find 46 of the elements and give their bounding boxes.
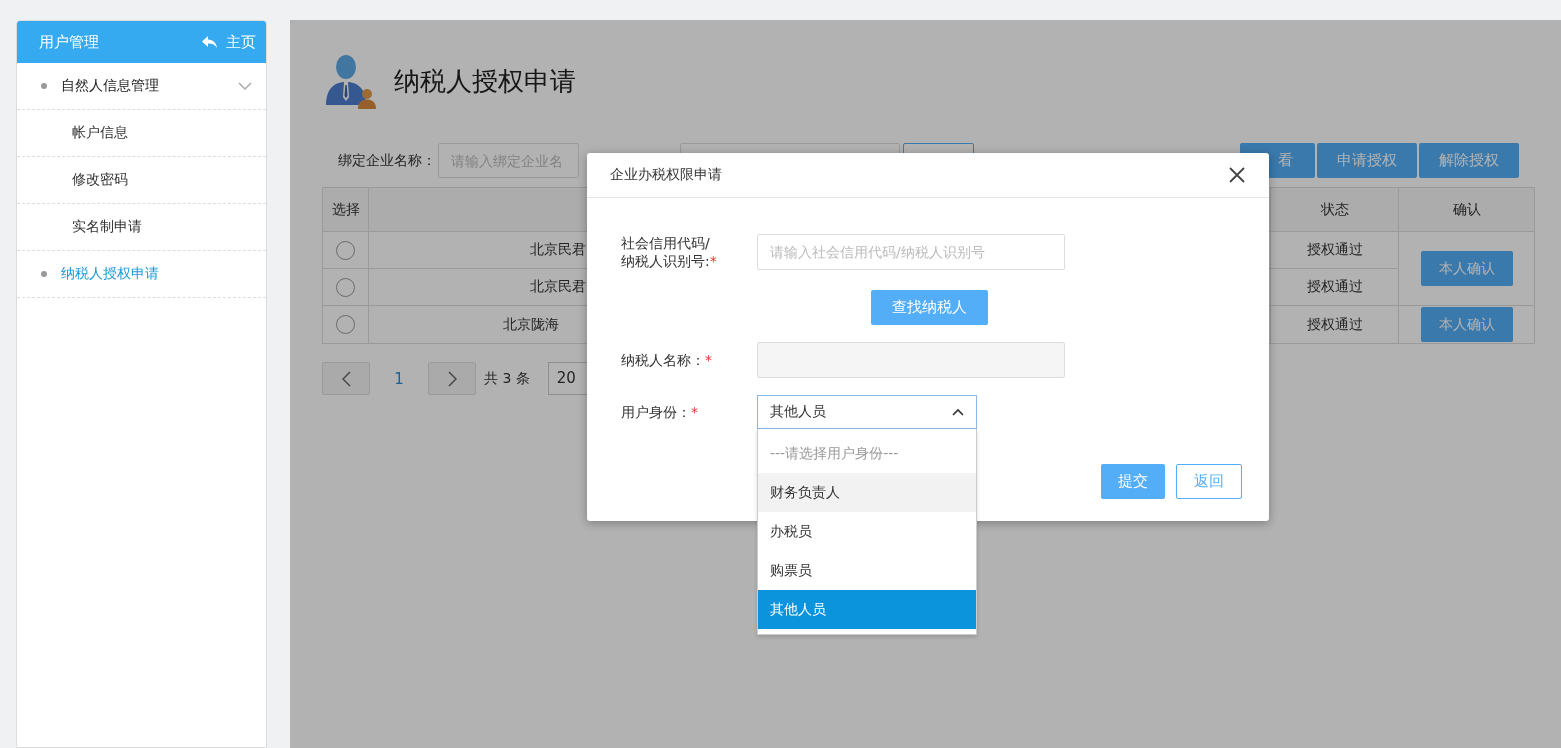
reply-icon — [201, 35, 218, 49]
table-cell: 北京陇海 — [503, 315, 559, 332]
column-header: 状态 — [1320, 200, 1349, 217]
find-taxpayer-button[interactable]: 查找纳税人 — [871, 290, 988, 325]
chevron-right-icon — [447, 370, 457, 387]
readonly-field[interactable] — [757, 342, 1065, 378]
nav-subitem[interactable]: 帐户信息 — [17, 110, 266, 157]
field-label: 用户身份：* — [621, 403, 699, 421]
prev-page-button[interactable] — [322, 362, 370, 395]
action-button[interactable]: 解除授权 — [1419, 143, 1519, 178]
next-page-button[interactable] — [428, 362, 476, 395]
table-cell: 授权通过 — [1306, 278, 1363, 294]
column-header: 确认 — [1452, 200, 1481, 217]
confirm-button[interactable]: 本人确认 — [1420, 251, 1513, 286]
field-label: 纳税人名称：* — [621, 351, 713, 369]
table-cell: 授权通过 — [1306, 241, 1363, 257]
filter-label: 绑定企业名称： — [338, 151, 436, 170]
users-icon — [324, 53, 376, 109]
dropdown-option[interactable]: 其他人员 — [758, 590, 976, 629]
nav-subitem[interactable]: 实名制申请 — [17, 204, 266, 251]
column-header: 选择 — [331, 200, 360, 217]
close-icon — [1229, 167, 1245, 183]
dialog-title: 企业办税权限申请 — [610, 166, 723, 184]
dropdown-option[interactable]: 购票员 — [758, 551, 976, 590]
action-button[interactable]: 申请授权 — [1317, 143, 1417, 178]
home-link[interactable]: 主页 — [201, 32, 256, 52]
dropdown-option[interactable]: ---请选择用户身份--- — [758, 434, 976, 473]
dropdown-option[interactable]: 财务负责人 — [758, 473, 976, 512]
input-field[interactable]: 请输入社会信用代码/纳税人识别号 — [757, 234, 1065, 270]
nav-item[interactable]: 自然人信息管理 — [17, 63, 266, 110]
table-cell: 北京民君 — [530, 241, 586, 257]
identity-select[interactable]: 其他人员 — [757, 395, 977, 429]
total-count: 共 3 条 — [484, 369, 530, 388]
confirm-button[interactable]: 本人确认 — [1420, 307, 1513, 342]
nav-item[interactable]: 纳税人授权申请 — [17, 251, 266, 298]
nav-subitem[interactable]: 修改密码 — [17, 157, 266, 204]
table-cell: 授权通过 — [1306, 315, 1363, 332]
sidebar-title: 用户管理 — [39, 32, 100, 52]
submit-button[interactable]: 提交 — [1101, 464, 1165, 499]
chevron-left-icon — [341, 370, 351, 387]
field-label: 社会信用代码/ 纳税人识别号:* — [621, 234, 718, 270]
page-number[interactable]: 1 — [370, 369, 428, 388]
table-cell: 北京民君 — [530, 278, 586, 294]
dropdown-option[interactable]: 办税员 — [758, 512, 976, 551]
back-button[interactable]: 返回 — [1176, 464, 1242, 499]
page-title: 纳税人授权申请 — [394, 64, 576, 98]
